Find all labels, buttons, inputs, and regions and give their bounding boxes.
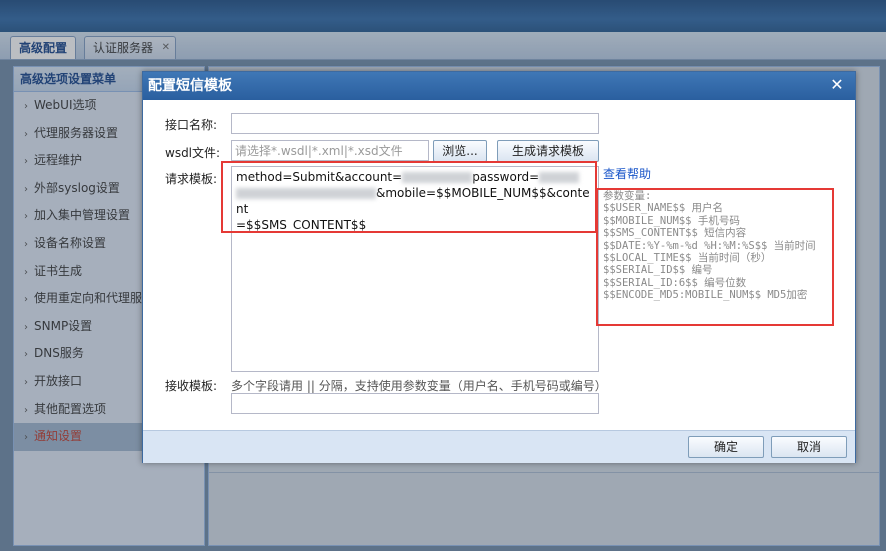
dialog-body: 接口名称: wsdl文件: 请选择*.wsdl|*.xml|*.xsd文件 浏览… [143,100,855,430]
receive-template-input[interactable] [231,393,599,414]
sms-template-dialog: 配置短信模板 ✕ 接口名称: wsdl文件: 请选择*.wsdl|*.xml|*… [142,71,856,463]
request-template-label: 请求模板: [165,172,218,186]
wsdl-file-input[interactable]: 请选择*.wsdl|*.xml|*.xsd文件 [231,140,429,161]
cancel-button[interactable]: 取消 [771,436,847,458]
highlight-box-request [221,161,597,233]
wsdl-file-label: wsdl文件: [165,146,221,160]
dialog-footer: 确定 取消 [143,430,855,463]
receive-template-label: 接收模板: [165,379,218,393]
close-icon[interactable]: ✕ [827,75,847,95]
help-link[interactable]: 查看帮助 [603,165,651,182]
dialog-title: 配置短信模板 [143,72,855,100]
ok-button[interactable]: 确定 [688,436,764,458]
receive-template-hint: 多个字段请用 || 分隔，支持使用参数变量（用户名、手机号码或编号） [231,379,607,393]
interface-name-input[interactable] [231,113,599,134]
browse-button[interactable]: 浏览... [433,140,487,162]
generate-request-template-button[interactable]: 生成请求模板 [497,140,599,162]
interface-name-label: 接口名称: [165,118,218,132]
highlight-box-params [596,188,834,326]
